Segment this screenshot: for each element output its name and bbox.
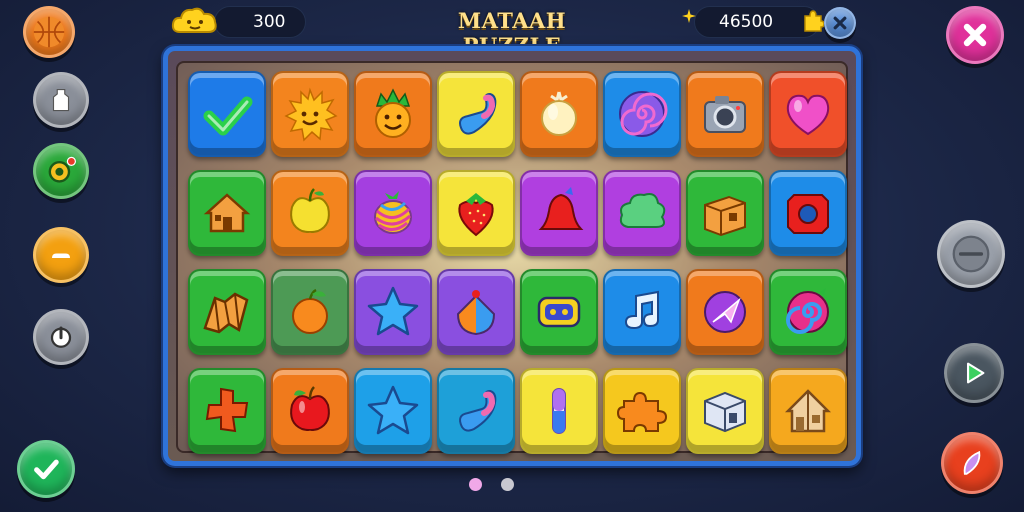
star-icon — [367, 385, 419, 435]
minus-button[interactable] — [33, 227, 89, 283]
tile[interactable] — [769, 368, 847, 454]
tile[interactable] — [520, 269, 598, 355]
close-icon — [963, 23, 987, 47]
puzzle-icon — [616, 391, 668, 432]
best-score-value: 46500 — [719, 12, 774, 32]
tile[interactable] — [686, 269, 764, 355]
tile[interactable] — [603, 71, 681, 157]
tile[interactable] — [769, 269, 847, 355]
puzzle-piece-icon — [802, 10, 825, 32]
tile[interactable] — [354, 170, 432, 256]
bush-icon — [619, 193, 666, 228]
play-button[interactable] — [944, 343, 1004, 403]
orange-icon — [292, 288, 328, 334]
red-apple-icon — [290, 386, 330, 431]
bottle-button[interactable] — [33, 72, 89, 128]
tile[interactable] — [437, 71, 515, 157]
bottle-icon — [52, 88, 70, 112]
ball-icon — [456, 290, 496, 336]
score-display: 300 — [214, 6, 306, 38]
minus-icon — [52, 253, 70, 258]
tile[interactable] — [437, 368, 515, 454]
tile[interactable] — [603, 368, 681, 454]
spiral-icon — [619, 91, 668, 137]
basketball-icon — [33, 16, 65, 48]
candy-cane-icon — [459, 389, 497, 432]
candy-cane-icon — [459, 92, 497, 135]
box-icon — [704, 195, 746, 237]
tile[interactable] — [271, 71, 349, 157]
feather-icon — [963, 450, 981, 475]
map-icon — [203, 292, 249, 334]
sparkle-icon — [682, 8, 696, 23]
checkmark-icon — [34, 459, 59, 480]
puzzle-board — [163, 46, 861, 466]
tile[interactable] — [686, 368, 764, 454]
top-bar: 300 MATAAH PUZZLE 46500 — [0, 0, 1024, 58]
score-value: 300 — [253, 12, 286, 32]
tile[interactable] — [437, 269, 515, 355]
feather-button[interactable] — [941, 432, 1003, 494]
play-icon — [966, 362, 985, 384]
tile[interactable] — [603, 269, 681, 355]
tile[interactable] — [437, 170, 515, 256]
close-small-button[interactable] — [824, 7, 856, 39]
tile[interactable] — [603, 170, 681, 256]
house-icon — [203, 193, 251, 233]
onion-icon — [541, 91, 577, 136]
bell-icon — [538, 187, 584, 230]
page-dot-1[interactable] — [469, 478, 482, 491]
apple-icon — [290, 188, 330, 233]
close-button[interactable] — [946, 6, 1004, 64]
tile[interactable] — [271, 368, 349, 454]
cloud-icon — [170, 4, 220, 38]
tile[interactable] — [520, 170, 598, 256]
striped-fruit-icon — [374, 191, 412, 234]
joystick-icon — [952, 235, 990, 273]
coin-icon — [48, 156, 76, 183]
arrow-badge-icon — [704, 291, 746, 333]
capsule-icon — [552, 388, 566, 434]
sun-icon — [284, 87, 338, 142]
tile[interactable] — [354, 71, 432, 157]
star-icon — [367, 286, 419, 336]
x-icon — [833, 16, 847, 30]
tile[interactable] — [520, 71, 598, 157]
tile[interactable] — [188, 368, 266, 454]
confirm-button[interactable] — [17, 440, 75, 498]
cross-icon — [205, 387, 249, 433]
music-note-icon — [624, 290, 659, 330]
swirl-icon — [786, 288, 829, 334]
heart-icon — [786, 94, 830, 136]
tape-icon — [537, 296, 581, 328]
tile[interactable] — [769, 170, 847, 256]
ring-icon — [787, 194, 829, 234]
coin-button[interactable] — [33, 143, 89, 199]
tile[interactable] — [271, 170, 349, 256]
tile[interactable] — [354, 269, 432, 355]
joystick-button[interactable] — [937, 220, 1005, 288]
smiley-plant-icon — [375, 88, 411, 138]
tile[interactable] — [188, 170, 266, 256]
tile-grid — [176, 61, 848, 454]
camera-icon — [704, 96, 746, 133]
page-dot-2[interactable] — [501, 478, 514, 491]
checkmark-icon — [203, 96, 253, 136]
tile[interactable] — [271, 269, 349, 355]
tile[interactable] — [686, 170, 764, 256]
tile[interactable] — [188, 269, 266, 355]
tile[interactable] — [520, 368, 598, 454]
tile[interactable] — [769, 71, 847, 157]
tile[interactable] — [354, 368, 432, 454]
strawberry-icon — [458, 193, 494, 237]
power-icon — [50, 326, 72, 348]
power-button[interactable] — [33, 309, 89, 365]
tile[interactable] — [686, 71, 764, 157]
hut-icon — [784, 389, 832, 433]
cube-icon — [704, 391, 746, 433]
basketball-button[interactable] — [23, 6, 75, 58]
tile[interactable] — [188, 71, 266, 157]
